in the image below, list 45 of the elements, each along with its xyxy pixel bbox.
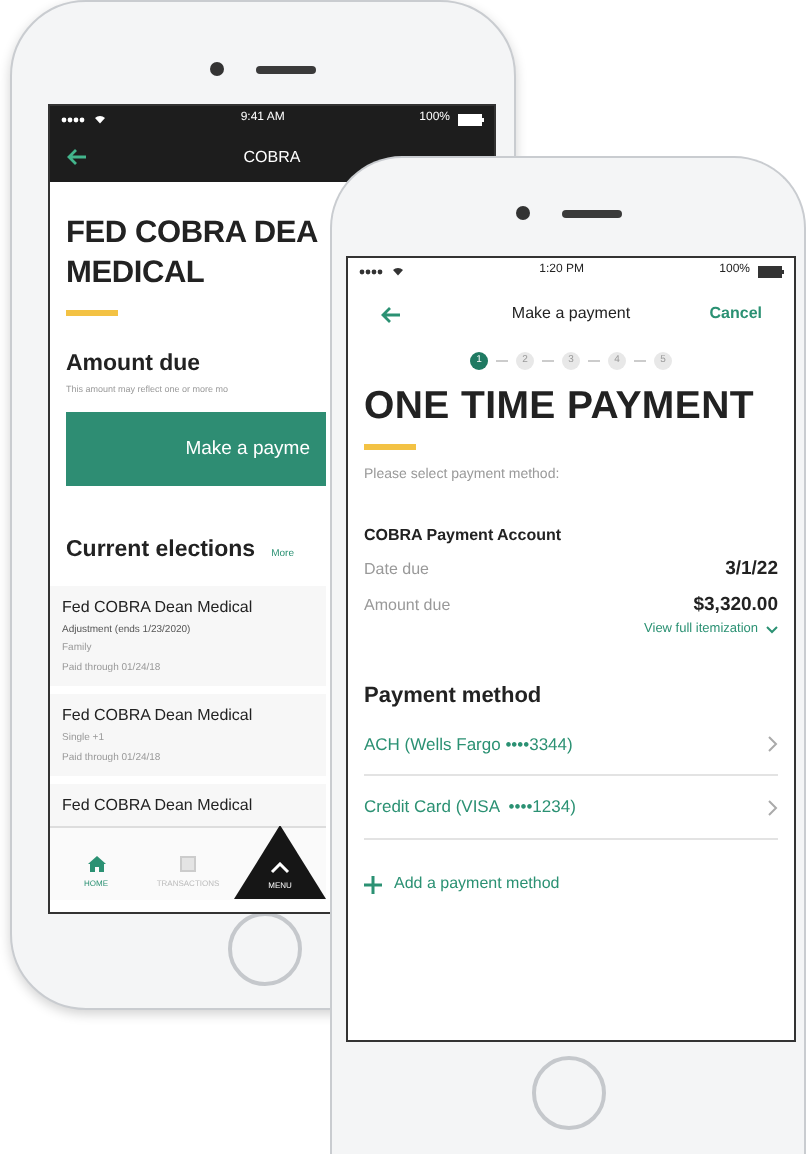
back-arrow-icon <box>66 148 88 166</box>
add-payment-method-link[interactable]: Add a payment method <box>364 872 560 896</box>
accent-bar <box>66 310 118 317</box>
battery-icon <box>458 113 484 125</box>
field-label: Date due <box>364 557 429 582</box>
battery-icon <box>758 265 784 277</box>
back-arrow-icon <box>380 305 402 323</box>
accent-bar <box>364 444 416 451</box>
signal-icon <box>358 267 384 275</box>
plan-name: Fed COBRA Dean Medical <box>62 794 255 819</box>
speaker-icon <box>256 65 316 73</box>
payment-option[interactable]: ACH (Wells Fargo ••••3344) <box>364 713 778 777</box>
back-button[interactable] <box>66 148 88 166</box>
back-button[interactable] <box>380 305 402 323</box>
section-heading: COBRA Payment Account <box>364 523 564 548</box>
cancel-button[interactable]: Cancel <box>709 306 762 322</box>
section-heading: Payment method <box>364 682 544 712</box>
document-icon <box>180 855 196 872</box>
section-heading: Current elections <box>66 536 256 567</box>
header-title: Make a payment <box>511 302 631 326</box>
section-heading: Amount due <box>66 350 203 381</box>
home-button[interactable] <box>227 912 301 986</box>
chevron-right-icon <box>768 735 778 752</box>
field-value: $3,320.00 <box>693 592 778 620</box>
camera-icon <box>515 206 529 220</box>
payment-option[interactable]: Credit Card (VISA ••••1234) <box>364 776 778 840</box>
speaker-icon <box>561 209 621 217</box>
make-payment-button[interactable]: Make a payme <box>66 412 326 487</box>
wifi-icon <box>392 266 404 276</box>
signal-icon <box>60 115 86 123</box>
camera-icon <box>210 62 224 76</box>
chevron-down-icon <box>766 626 778 635</box>
field-value: 3/1/22 <box>725 555 778 584</box>
header-title: COBRA <box>243 145 301 169</box>
plan-name: Fed COBRA Dean Medical <box>62 595 255 620</box>
election-row[interactable]: Fed COBRA Dean Medical <box>50 784 326 826</box>
wifi-icon <box>94 114 106 124</box>
page-title: ONE TIME PAYMENT <box>364 382 756 432</box>
field-label: Amount due <box>364 594 451 618</box>
chevron-right-icon <box>768 799 778 816</box>
home-icon <box>87 855 105 872</box>
plan-name: Fed COBRA Dean Medical <box>62 704 255 729</box>
chevron-up-icon <box>270 861 290 874</box>
page-title: MEDICAL <box>66 254 207 295</box>
plus-icon <box>364 875 382 893</box>
